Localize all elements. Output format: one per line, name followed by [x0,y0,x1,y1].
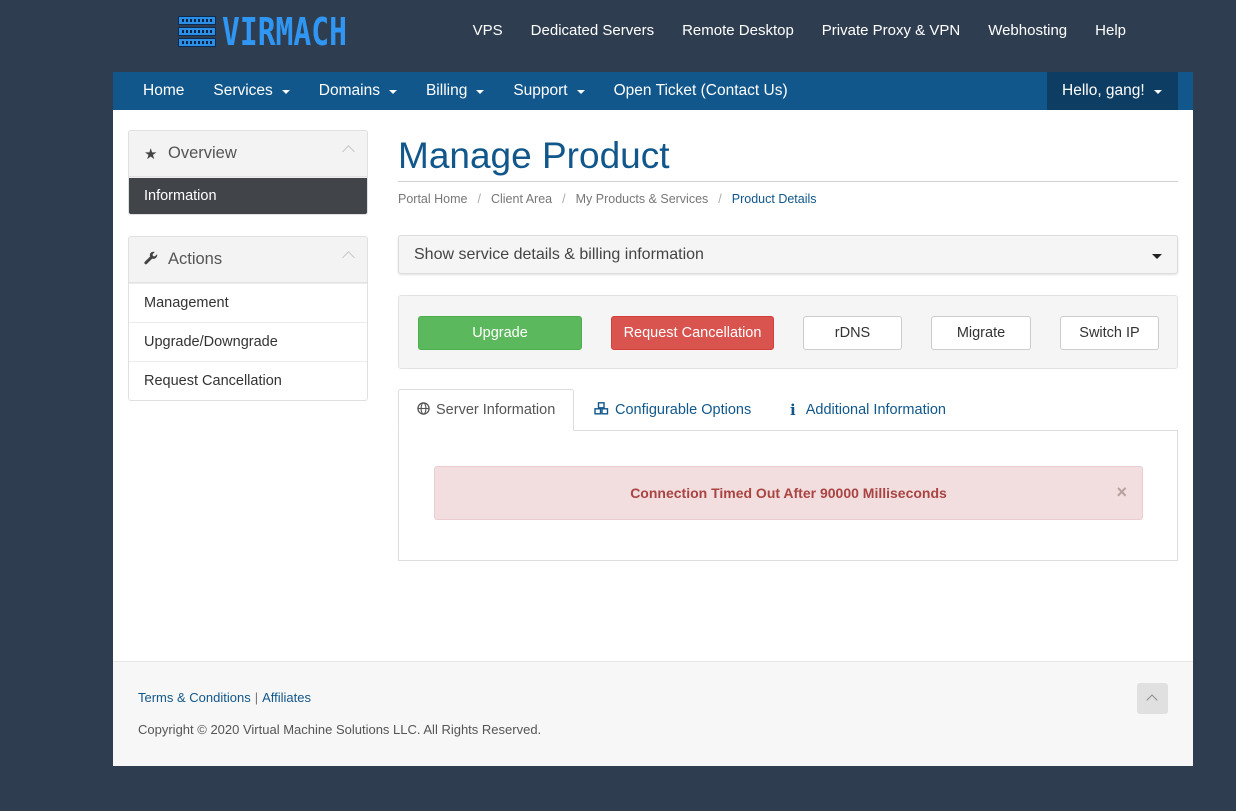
caret-down-icon [476,90,485,94]
caret-down-icon [576,90,585,94]
sidebar-item-label: Request Cancellation [144,373,282,389]
nav-services[interactable]: Services [213,82,290,100]
footer-separator: | [254,690,259,705]
tab-label: Additional Information [805,402,946,418]
caret-down-icon [281,90,290,94]
nav-open-ticket-label: Open Ticket (Contact Us) [613,82,788,99]
top-nav-webhosting[interactable]: Webhosting [988,22,1067,42]
main-nav: Home Services Domains Billing Support Op… [113,72,1193,110]
service-details-toggle-label: Show service details & billing informati… [414,245,704,263]
tab-pane-server-information: Connection Timed Out After 90000 Millise… [398,430,1178,561]
caret-down-icon [1152,254,1162,259]
top-nav-help[interactable]: Help [1095,22,1126,42]
caret-down-icon [1153,90,1162,94]
top-nav-vps[interactable]: VPS [473,22,503,42]
info-icon: i [790,401,796,419]
switch-ip-button[interactable]: Switch IP [1060,316,1159,350]
migrate-button[interactable]: Migrate [931,316,1031,350]
breadcrumb: Portal Home / Client Area / My Products … [398,192,817,206]
top-header: VIRMACH VPS Dedicated Servers Remote Des… [0,0,1236,72]
sidebar-actions-header[interactable]: Actions [129,237,367,283]
alert-message: Connection Timed Out After 90000 Millise… [630,485,947,501]
action-buttons-well: Upgrade Request Cancellation rDNS Migrat… [398,295,1178,369]
copyright-text: Copyright © 2020 Virtual Machine Solutio… [138,722,542,737]
breadcrumb-product-details: Product Details [731,192,817,206]
caret-down-icon [388,90,397,94]
tab-label: Server Information [436,402,556,418]
breadcrumb-separator: / [562,192,566,206]
account-greeting: Hello, gang! [1062,82,1145,99]
sidebar-item-label: Information [144,188,217,204]
title-divider [398,181,1178,182]
affiliates-link[interactable]: Affiliates [262,690,311,705]
sidebar-item-upgrade-downgrade[interactable]: Upgrade/Downgrade [129,322,367,361]
terms-link[interactable]: Terms & Conditions [138,690,251,705]
breadcrumb-separator: / [477,192,481,206]
content-area: ★ Overview Information Actions Managemen… [113,110,1193,661]
top-nav: VPS Dedicated Servers Remote Desktop Pri… [445,22,1126,42]
top-nav-remote-desktop[interactable]: Remote Desktop [682,22,794,42]
nav-open-ticket[interactable]: Open Ticket (Contact Us) [614,82,788,100]
chevron-up-icon[interactable] [342,145,355,158]
nav-billing[interactable]: Billing [425,82,485,100]
tab-label: Configurable Options [615,402,752,418]
nav-home[interactable]: Home [143,82,184,100]
sidebar-item-label: Management [144,295,229,311]
cubes-icon [594,402,609,418]
tab-configurable-options[interactable]: Configurable Options [594,389,751,431]
nav-billing-label: Billing [425,82,468,99]
logo-text: VIRMACH [222,10,347,54]
footer: Terms & Conditions | Affiliates Copyright … [113,661,1193,766]
sidebar-actions-panel: Actions Management Upgrade/Downgrade Req… [128,236,368,401]
chevron-up-icon[interactable] [342,251,355,264]
close-icon[interactable]: × [1116,483,1127,501]
nav-domains-label: Domains [318,82,380,99]
top-nav-dedicated-servers[interactable]: Dedicated Servers [531,22,654,42]
server-rack-icon [174,14,218,50]
back-to-top-button[interactable] [1137,683,1168,714]
virmach-logo[interactable]: VIRMACH [174,12,382,52]
sidebar-overview-panel: ★ Overview Information [128,130,368,215]
sidebar-item-information[interactable]: Information [129,177,367,214]
nav-support[interactable]: Support [513,82,585,100]
sidebar-actions-title: Actions [168,250,223,268]
breadcrumb-portal-home[interactable]: Portal Home [398,192,467,206]
top-nav-private-proxy-vpn[interactable]: Private Proxy & VPN [822,22,960,42]
globe-icon [417,402,430,418]
sidebar-item-label: Upgrade/Downgrade [144,334,278,350]
product-tabs: Server Information Configurable Options … [398,389,1178,431]
sidebar-overview-title: Overview [168,144,237,162]
upgrade-button[interactable]: Upgrade [418,316,582,350]
breadcrumb-client-area[interactable]: Client Area [491,192,552,206]
nav-domains[interactable]: Domains [319,82,397,100]
service-details-toggle[interactable]: Show service details & billing informati… [398,235,1178,274]
error-alert: Connection Timed Out After 90000 Millise… [434,466,1143,520]
sidebar-item-management[interactable]: Management [129,283,367,322]
breadcrumb-separator: / [718,192,722,206]
wrench-icon [144,251,160,269]
breadcrumb-my-products[interactable]: My Products & Services [576,192,709,206]
page-title: Manage Product [398,135,670,176]
sidebar-item-request-cancellation[interactable]: Request Cancellation [129,361,367,400]
tab-additional-information[interactable]: i Additional Information [790,389,946,431]
footer-links: Terms & Conditions | Affiliates [138,690,311,705]
star-icon: ★ [144,145,158,163]
account-menu[interactable]: Hello, gang! [1047,72,1178,110]
request-cancellation-button[interactable]: Request Cancellation [611,316,774,350]
nav-home-label: Home [143,82,185,99]
rdns-button[interactable]: rDNS [803,316,902,350]
tab-server-information[interactable]: Server Information [398,389,574,431]
sidebar-overview-header[interactable]: ★ Overview [129,131,367,177]
nav-support-label: Support [513,82,568,99]
nav-services-label: Services [213,82,273,99]
